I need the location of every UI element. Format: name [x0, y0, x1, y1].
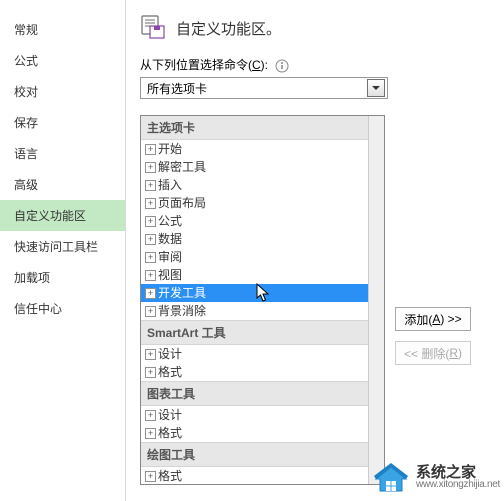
info-icon [275, 59, 289, 73]
list-item[interactable]: +格式 [141, 424, 368, 442]
chevron-down-icon[interactable] [367, 79, 385, 97]
expand-icon[interactable]: + [145, 162, 156, 173]
list-item[interactable]: +背景消除 [141, 302, 368, 320]
main-panel: 自定义功能区。 从下列位置选择命令(C): 所有选项卡 主选项卡+开始+解密工具… [126, 0, 504, 501]
list-item-label: 设计 [158, 346, 182, 362]
expand-icon[interactable]: + [145, 252, 156, 263]
sidebar-item[interactable]: 常规 [0, 14, 125, 45]
list-item[interactable]: +设计 [141, 406, 368, 424]
list-item[interactable]: +页面布局 [141, 194, 368, 212]
sidebar-item[interactable]: 语言 [0, 138, 125, 169]
list-item-label: 页面布局 [158, 195, 206, 211]
list-item-label: 格式 [158, 425, 182, 441]
list-item[interactable]: +解密工具 [141, 158, 368, 176]
watermark-title: 系统之家 [416, 465, 500, 480]
list-group-header: 绘图工具 [141, 442, 368, 467]
expand-icon[interactable]: + [145, 306, 156, 317]
list-item-label: 开发工具 [158, 285, 206, 301]
source-dropdown[interactable]: 所有选项卡 [140, 77, 388, 99]
list-item-label: 开始 [158, 141, 182, 157]
list-item[interactable]: +视图 [141, 266, 368, 284]
expand-icon[interactable]: + [145, 234, 156, 245]
dropdown-value: 所有选项卡 [147, 80, 207, 97]
watermark-subtitle: www.xitongzhijia.net [416, 480, 500, 490]
list-item[interactable]: +审阅 [141, 248, 368, 266]
expand-icon[interactable]: + [145, 367, 156, 378]
remove-button[interactable]: << 删除(R) [395, 341, 471, 365]
list-item-label: 审阅 [158, 249, 182, 265]
expand-icon[interactable]: + [145, 144, 156, 155]
list-item[interactable]: +开发工具 [141, 284, 368, 302]
expand-icon[interactable]: + [145, 270, 156, 281]
expand-icon[interactable]: + [145, 410, 156, 421]
list-item-label: 数据 [158, 231, 182, 247]
list-item[interactable]: +插入 [141, 176, 368, 194]
expand-icon[interactable]: + [145, 349, 156, 360]
expand-icon[interactable]: + [145, 288, 156, 299]
customize-ribbon-icon [140, 14, 168, 42]
sidebar-item[interactable]: 自定义功能区 [0, 200, 125, 231]
sidebar-item[interactable]: 信任中心 [0, 293, 125, 324]
list-item-label: 视图 [158, 267, 182, 283]
list-item[interactable]: +格式 [141, 363, 368, 381]
sidebar-item[interactable]: 快速访问工具栏 [0, 231, 125, 262]
list-item[interactable]: +格式 [141, 467, 368, 485]
expand-icon[interactable]: + [145, 471, 156, 482]
watermark-logo-icon [372, 461, 410, 493]
list-item[interactable]: +开始 [141, 140, 368, 158]
list-item[interactable]: +数据 [141, 230, 368, 248]
page-title: 自定义功能区。 [176, 18, 281, 39]
sidebar: 常规公式校对保存语言高级自定义功能区快速访问工具栏加载项信任中心 [0, 0, 126, 501]
list-inner: 主选项卡+开始+解密工具+插入+页面布局+公式+数据+审阅+视图+开发工具+背景… [141, 116, 368, 485]
expand-icon[interactable]: + [145, 216, 156, 227]
watermark: 系统之家 www.xitongzhijia.net [372, 461, 500, 493]
sidebar-item[interactable]: 保存 [0, 107, 125, 138]
list-item[interactable]: +公式 [141, 212, 368, 230]
list-group-header: 主选项卡 [141, 116, 368, 140]
commands-listbox[interactable]: 主选项卡+开始+解密工具+插入+页面布局+公式+数据+审阅+视图+开发工具+背景… [140, 115, 385, 485]
sidebar-item[interactable]: 校对 [0, 76, 125, 107]
sidebar-item[interactable]: 加载项 [0, 262, 125, 293]
list-item[interactable]: +设计 [141, 345, 368, 363]
list-item-label: 公式 [158, 213, 182, 229]
expand-icon[interactable]: + [145, 198, 156, 209]
expand-icon[interactable]: + [145, 428, 156, 439]
list-item-label: 格式 [158, 364, 182, 380]
sidebar-item[interactable]: 高级 [0, 169, 125, 200]
list-group-header: SmartArt 工具 [141, 320, 368, 345]
source-label: 从下列位置选择命令(C): [140, 56, 504, 73]
list-item-label: 解密工具 [158, 159, 206, 175]
list-item-label: 插入 [158, 177, 182, 193]
list-item-label: 格式 [158, 468, 182, 484]
sidebar-item[interactable]: 公式 [0, 45, 125, 76]
list-group-header: 图表工具 [141, 381, 368, 406]
list-item-label: 背景消除 [158, 303, 206, 319]
add-button[interactable]: 添加(A) >> [395, 307, 471, 331]
scrollbar[interactable] [368, 116, 384, 484]
expand-icon[interactable]: + [145, 180, 156, 191]
list-item-label: 设计 [158, 407, 182, 423]
